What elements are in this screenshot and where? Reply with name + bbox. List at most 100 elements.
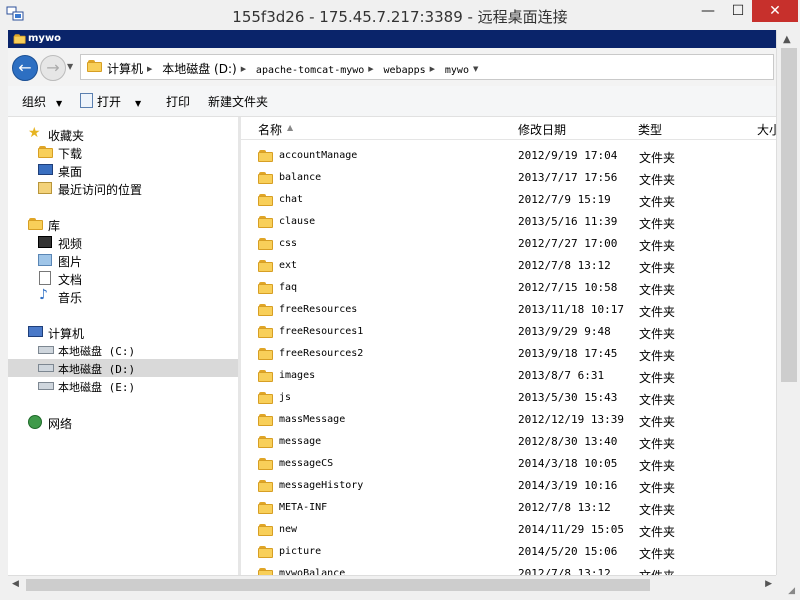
table-row[interactable]: clause 2013/5/16 11:39 文件夹: [241, 211, 776, 233]
table-row[interactable]: freeResources 2013/11/18 10:17 文件夹: [241, 299, 776, 321]
breadcrumb-separator-icon[interactable]: ▶: [368, 65, 373, 73]
column-header-modified[interactable]: 修改日期: [512, 117, 633, 140]
breadcrumb-webapps[interactable]: webapps: [384, 65, 426, 76]
column-header-type[interactable]: 类型: [632, 117, 752, 140]
column-name-label: 名称: [258, 123, 283, 137]
address-bar[interactable]: 计算机 ▶ 本地磁盘 (D:) ▶ apache-tomcat-mywo ▶ weba…: [80, 54, 774, 80]
vertical-scroll-thumb[interactable]: [781, 48, 797, 382]
close-button[interactable]: ✕: [752, 0, 798, 22]
breadcrumb-separator-icon[interactable]: ▶: [241, 65, 246, 73]
sort-ascending-icon: ▲: [287, 123, 294, 132]
file-modified-date: 2012/9/19 17:04: [518, 149, 618, 162]
table-row[interactable]: mywoBalance 2012/7/8 13:12 文件夹: [241, 563, 776, 575]
back-button[interactable]: ←: [12, 55, 38, 81]
file-name: message: [279, 436, 322, 447]
resize-grip[interactable]: ◢: [776, 575, 800, 600]
nav-drive-e[interactable]: 本地磁盘 (E:): [8, 377, 238, 395]
file-type: 文件夹: [639, 481, 676, 495]
column-header-size[interactable]: 大小: [751, 117, 776, 140]
file-name: css: [279, 238, 298, 249]
table-row[interactable]: css 2012/7/27 17:00 文件夹: [241, 233, 776, 255]
horizontal-scroll-thumb[interactable]: [26, 579, 650, 591]
file-type: 文件夹: [639, 173, 676, 187]
nav-libraries[interactable]: 库: [8, 215, 238, 233]
file-modified-date: 2012/7/8 13:12: [518, 259, 611, 272]
file-type: 文件夹: [639, 195, 676, 209]
table-row[interactable]: accountManage 2012/9/19 17:04 文件夹: [241, 145, 776, 167]
scroll-right-icon[interactable]: ▶: [765, 579, 772, 589]
nav-network[interactable]: 网络: [8, 413, 238, 431]
horizontal-scrollbar[interactable]: ◀ ▶: [8, 575, 776, 594]
table-row[interactable]: massMessage 2012/12/19 13:39 文件夹: [241, 409, 776, 431]
window-title: 155f3d26 - 175.45.7.217:3389 - 远程桌面连接: [232, 8, 568, 26]
breadcrumb-computer[interactable]: 计算机: [107, 62, 143, 76]
resize-grip-icon: ◢: [788, 586, 795, 596]
breadcrumb-separator-icon[interactable]: ▶: [147, 65, 152, 73]
table-row[interactable]: images 2013/8/7 6:31 文件夹: [241, 365, 776, 387]
column-modified-label: 修改日期: [518, 123, 567, 137]
print-button[interactable]: 打印: [166, 93, 190, 110]
file-modified-date: 2013/8/7 6:31: [518, 369, 605, 382]
file-name: balance: [279, 172, 322, 183]
nav-drive-c[interactable]: 本地磁盘 (C:): [8, 341, 238, 359]
table-row[interactable]: faq 2012/7/15 10:58 文件夹: [241, 277, 776, 299]
file-type: 文件夹: [639, 437, 676, 451]
forward-button[interactable]: →: [40, 55, 66, 81]
table-row[interactable]: picture 2014/5/20 15:06 文件夹: [241, 541, 776, 563]
scroll-up-icon[interactable]: ▲: [783, 34, 791, 45]
file-modified-date: 2012/7/8 13:12: [518, 501, 611, 514]
file-modified-date: 2014/5/20 15:06: [518, 545, 618, 558]
open-button[interactable]: 打开 ▼: [80, 93, 141, 110]
nav-desktop[interactable]: 桌面: [8, 161, 238, 179]
table-row[interactable]: messageCS 2014/3/18 10:05 文件夹: [241, 453, 776, 475]
nav-computer[interactable]: 计算机: [8, 323, 238, 341]
column-size-label: 大小: [757, 123, 776, 137]
table-row[interactable]: js 2013/5/30 15:43 文件夹: [241, 387, 776, 409]
hard-drive-icon: [38, 346, 54, 354]
folder-icon: [258, 480, 274, 492]
file-name: picture: [279, 546, 322, 557]
recent-locations-button[interactable]: ▼: [67, 62, 73, 71]
folder-icon: [258, 502, 274, 514]
folder-icon: [258, 194, 274, 206]
table-row[interactable]: messageHistory 2014/3/19 10:16 文件夹: [241, 475, 776, 497]
folder-icon: [258, 392, 274, 404]
maximize-button[interactable]: ☐: [724, 0, 752, 22]
nav-favorites[interactable]: ★ 收藏夹: [8, 125, 238, 143]
table-row[interactable]: new 2014/11/29 15:05 文件夹: [241, 519, 776, 541]
vertical-scrollbar[interactable]: ▲: [776, 30, 800, 575]
folder-icon: [258, 348, 274, 360]
breadcrumb-drive-d[interactable]: 本地磁盘 (D:): [162, 62, 236, 76]
command-toolbar: 组织 ▼ 打开 ▼ 打印 新建文件夹: [8, 86, 776, 117]
breadcrumb-separator-icon[interactable]: ▶: [430, 65, 435, 73]
new-folder-button[interactable]: 新建文件夹: [208, 93, 268, 110]
scroll-left-icon[interactable]: ◀: [12, 579, 19, 589]
nav-drive-d-label: 本地磁盘 (D:): [58, 363, 136, 376]
nav-music[interactable]: ♪ 音乐: [8, 287, 238, 305]
nav-pictures[interactable]: 图片: [8, 251, 238, 269]
nav-videos[interactable]: 视频: [8, 233, 238, 251]
breadcrumb-mywo[interactable]: mywo: [445, 65, 469, 76]
table-row[interactable]: META-INF 2012/7/8 13:12 文件夹: [241, 497, 776, 519]
table-row[interactable]: message 2012/8/30 13:40 文件夹: [241, 431, 776, 453]
file-name: messageHistory: [279, 480, 364, 491]
folder-icon: [13, 34, 27, 44]
table-row[interactable]: ext 2012/7/8 13:12 文件夹: [241, 255, 776, 277]
breadcrumb: 计算机 ▶ 本地磁盘 (D:) ▶ apache-tomcat-mywo ▶ weba…: [107, 60, 484, 77]
open-label: 打开: [97, 95, 122, 109]
nav-documents[interactable]: 文档: [8, 269, 238, 287]
breadcrumb-separator-icon[interactable]: ▼: [473, 65, 478, 73]
table-row[interactable]: chat 2012/7/9 15:19 文件夹: [241, 189, 776, 211]
music-note-icon: ♪: [39, 287, 48, 303]
table-row[interactable]: freeResources2 2013/9/18 17:45 文件夹: [241, 343, 776, 365]
column-header-name[interactable]: 名称 ▲: [241, 117, 513, 140]
organize-button[interactable]: 组织 ▼: [22, 93, 62, 110]
nav-downloads[interactable]: 下载: [8, 143, 238, 161]
table-row[interactable]: freeResources1 2013/9/29 9:48 文件夹: [241, 321, 776, 343]
table-row[interactable]: balance 2013/7/17 17:56 文件夹: [241, 167, 776, 189]
nav-recent[interactable]: 最近访问的位置: [8, 179, 238, 197]
nav-drive-d[interactable]: 本地磁盘 (D:): [8, 359, 238, 377]
breadcrumb-tomcat[interactable]: apache-tomcat-mywo: [256, 65, 364, 76]
folder-icon: [258, 282, 274, 294]
minimize-button[interactable]: —: [694, 0, 722, 22]
